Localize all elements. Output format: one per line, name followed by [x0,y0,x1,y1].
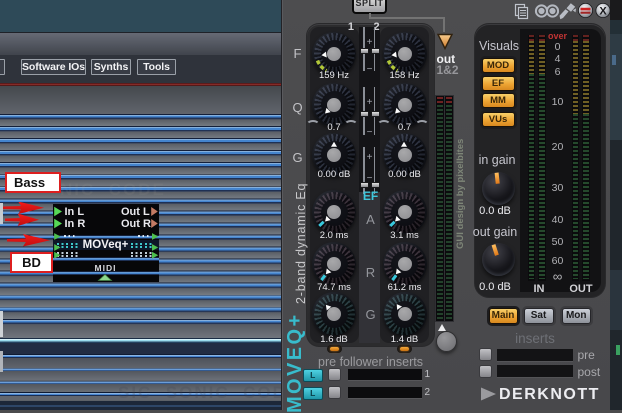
svg-text:X: X [599,6,607,18]
